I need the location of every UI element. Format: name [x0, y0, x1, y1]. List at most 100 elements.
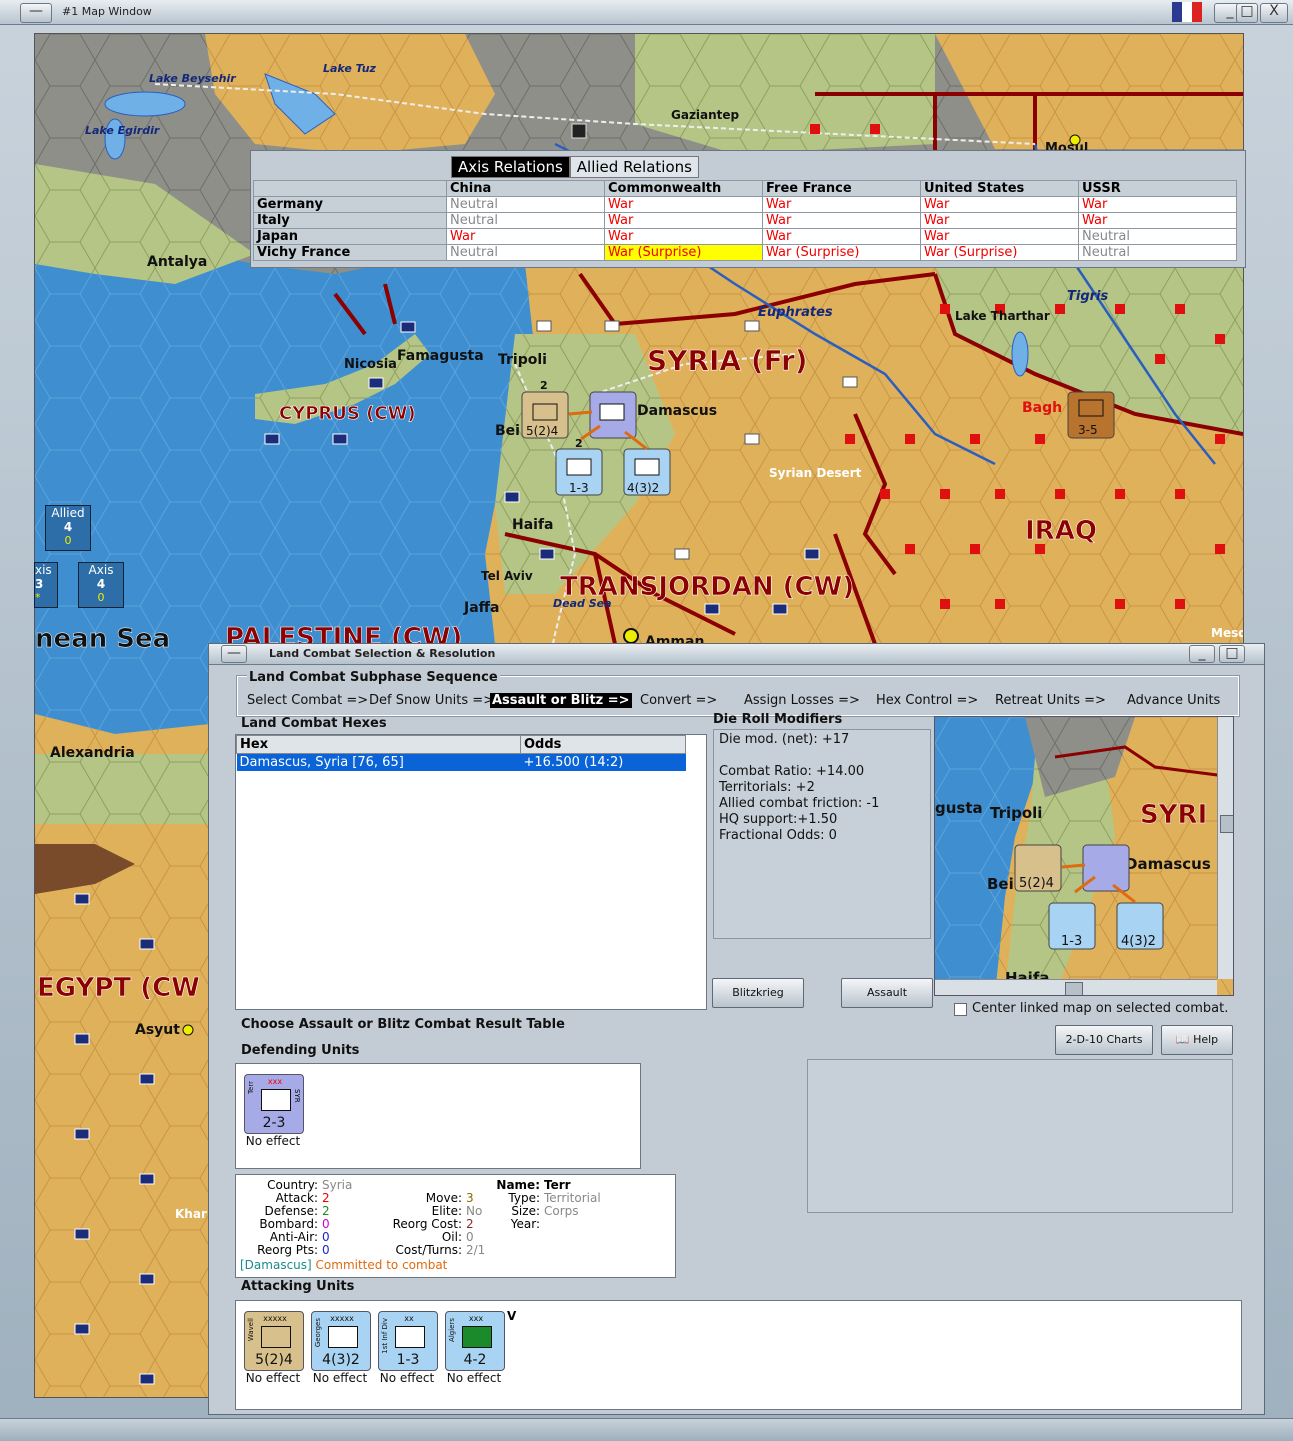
table-row: Germany Neutral War War War War [253, 196, 1237, 213]
window-menu-icon: — [29, 3, 43, 19]
col-commonwealth: Commonwealth [604, 180, 763, 197]
map-unit-georges[interactable]: 4(3)2 [623, 448, 671, 496]
attacking-unit-card[interactable]: 1st Inf Div xx 1-3 [378, 1311, 438, 1371]
combat-window-menu-button[interactable]: — [221, 645, 247, 663]
svg-text:4(3)2: 4(3)2 [1121, 934, 1156, 949]
infantry-symbol-icon [261, 1089, 291, 1111]
relations-corner [253, 180, 447, 197]
map-unit-1st-inf[interactable]: 1-3 [555, 448, 603, 496]
svg-text:Alexandria: Alexandria [50, 745, 135, 761]
combat-window-titlebar: — Land Combat Selection & Resolution _ □ [209, 644, 1264, 665]
tab-allied-relations[interactable]: Allied Relations [569, 156, 699, 178]
map-window-titlebar: — #1 Map Window _ □ X [0, 0, 1293, 25]
linked-minimap[interactable]: gusta Tripoli SYRI Damascus Bei Haifa 5(… [934, 716, 1234, 996]
attacking-label: Attacking Units [241, 1279, 355, 1294]
status-strip [0, 1418, 1293, 1441]
sequence-title: Land Combat Subphase Sequence [247, 670, 500, 685]
svg-text:Bagh: Bagh [1022, 400, 1062, 416]
attacking-units-box[interactable]: Wavell xxxxx 5(2)4 No effect Georges xxx… [235, 1300, 1242, 1410]
step-advance-units: Advance Units [1127, 693, 1221, 708]
minimap-vscroll[interactable] [1217, 717, 1233, 979]
col-hex[interactable]: Hex [236, 735, 521, 754]
col-free-france: Free France [762, 180, 921, 197]
attacking-unit-card[interactable]: Wavell xxxxx 5(2)4 [244, 1311, 304, 1371]
svg-text:Tel Aviv: Tel Aviv [481, 569, 533, 583]
col-odds[interactable]: Odds [520, 735, 686, 754]
blitzkrieg-button[interactable]: Blitzkrieg [712, 978, 804, 1008]
combat-minimize-button[interactable]: _ [1189, 645, 1215, 663]
center-map-checkbox[interactable] [954, 1003, 967, 1016]
choose-crt-label: Choose Assault or Blitz Combat Result Ta… [241, 1017, 565, 1032]
relations-table: China Commonwealth Free France United St… [253, 180, 1237, 261]
svg-text:TRANSJORDAN (CW): TRANSJORDAN (CW) [560, 572, 854, 602]
svg-text:4(3)2: 4(3)2 [627, 481, 659, 495]
assault-button[interactable]: Assault [841, 978, 933, 1008]
svg-text:Lake Egirdir: Lake Egirdir [85, 124, 160, 137]
maximize-icon: □ [1225, 645, 1239, 661]
relations-panel: Axis Relations Allied Relations China Com… [250, 150, 1246, 268]
svg-text:SYRIA (Fr): SYRIA (Fr) [647, 344, 808, 377]
defending-unit-card[interactable]: Terr xxx SYR 2-3 [244, 1074, 304, 1134]
charts-button[interactable]: 2-D-10 Charts [1055, 1025, 1153, 1055]
minimap-hscroll[interactable] [935, 979, 1217, 995]
help-button[interactable]: 📖 Help [1161, 1025, 1233, 1055]
attacking-unit-card[interactable]: Algiers xxx 4-2 [445, 1311, 505, 1371]
svg-text:SYRI: SYRI [1140, 800, 1207, 830]
result-box [807, 1059, 1233, 1213]
svg-text:EGYPT (CW: EGYPT (CW [37, 973, 200, 1003]
map-unit-terr-damascus[interactable] [589, 391, 637, 439]
allied-info-box[interactable]: Allied 4 0 [45, 505, 91, 551]
table-row: Japan War War War War Neutral [253, 228, 1237, 245]
step-def-snow-units: Def Snow Units => [369, 693, 495, 708]
menu-icon: — [227, 645, 241, 661]
axis-info-box-partial[interactable]: xis 3 * [34, 562, 58, 608]
step-assign-losses: Assign Losses => [744, 693, 860, 708]
tab-axis-relations[interactable]: Axis Relations [451, 156, 570, 178]
die-roll-label: Die Roll Modifiers [713, 712, 843, 727]
svg-text:Haifa: Haifa [512, 517, 554, 533]
svg-text:5(2)4: 5(2)4 [526, 424, 558, 438]
combat-hexes-table: Hex Odds Damascus, Syria [76, 65] +16.50… [236, 735, 686, 771]
svg-text:Lake Tharthar: Lake Tharthar [955, 309, 1050, 323]
svg-text:Damascus: Damascus [1125, 855, 1211, 873]
window-menu-button[interactable]: — [20, 3, 52, 23]
relations-tabs: Axis Relations Allied Relations [451, 156, 699, 178]
svg-text:Tripoli: Tripoli [498, 352, 547, 368]
svg-text:Gaziantep: Gaziantep [671, 108, 740, 122]
svg-text:Nicosia: Nicosia [344, 357, 397, 372]
axis-info-box[interactable]: Axis 4 0 [78, 562, 124, 608]
svg-text:1-3: 1-3 [569, 481, 589, 495]
svg-text:Meso: Meso [1211, 626, 1243, 640]
combat-maximize-button[interactable]: □ [1219, 645, 1245, 663]
minimap-hscroll-thumb[interactable] [1065, 982, 1083, 995]
nation-flag-icon [1172, 2, 1202, 22]
minimap-svg: gusta Tripoli SYRI Damascus Bei Haifa 5(… [935, 717, 1233, 995]
defending-units-box[interactable]: Terr xxx SYR 2-3 No effect [235, 1063, 641, 1169]
table-row[interactable]: Damascus, Syria [76, 65] +16.500 (14:2) [236, 753, 686, 771]
svg-text:Tigris: Tigris [1067, 289, 1108, 304]
minimize-icon: _ [1198, 645, 1206, 661]
step-assault-or-blitz: Assault or Blitz => [490, 693, 632, 708]
infantry-symbol-icon [395, 1326, 425, 1348]
infantry-symbol-icon [328, 1326, 358, 1348]
armor-symbol-icon [261, 1326, 291, 1348]
step-retreat-units: Retreat Units => [995, 693, 1106, 708]
combat-hexes-list[interactable]: Hex Odds Damascus, Syria [76, 65] +16.50… [235, 734, 707, 1010]
svg-text:Famagusta: Famagusta [397, 348, 484, 364]
table-row: Vichy France Neutral War (Surprise) War … [253, 244, 1237, 261]
svg-text:nean Sea: nean Sea [35, 624, 170, 654]
svg-text:2: 2 [540, 379, 548, 392]
maximize-button[interactable]: □ [1236, 3, 1258, 23]
table-row: Italy Neutral War War War War [253, 212, 1237, 229]
attacking-unit-card[interactable]: Georges xxxxx 4(3)2 [311, 1311, 371, 1371]
map-unit-wavell[interactable]: 5(2)4 [521, 391, 569, 439]
mountain-symbol-icon [462, 1326, 492, 1348]
map-window: — #1 Map Window _ □ X Lake Beysehir Lake… [0, 0, 1293, 1441]
svg-text:Bei: Bei [987, 875, 1014, 893]
close-button[interactable]: X [1260, 3, 1288, 23]
map-window-title: #1 Map Window [62, 5, 152, 18]
svg-text:CYPRUS (CW): CYPRUS (CW) [279, 403, 416, 424]
svg-text:Syrian Desert: Syrian Desert [769, 466, 862, 480]
minimap-vscroll-thumb[interactable] [1220, 815, 1233, 833]
map-unit-iraq[interactable]: 3-5 [1067, 391, 1115, 439]
